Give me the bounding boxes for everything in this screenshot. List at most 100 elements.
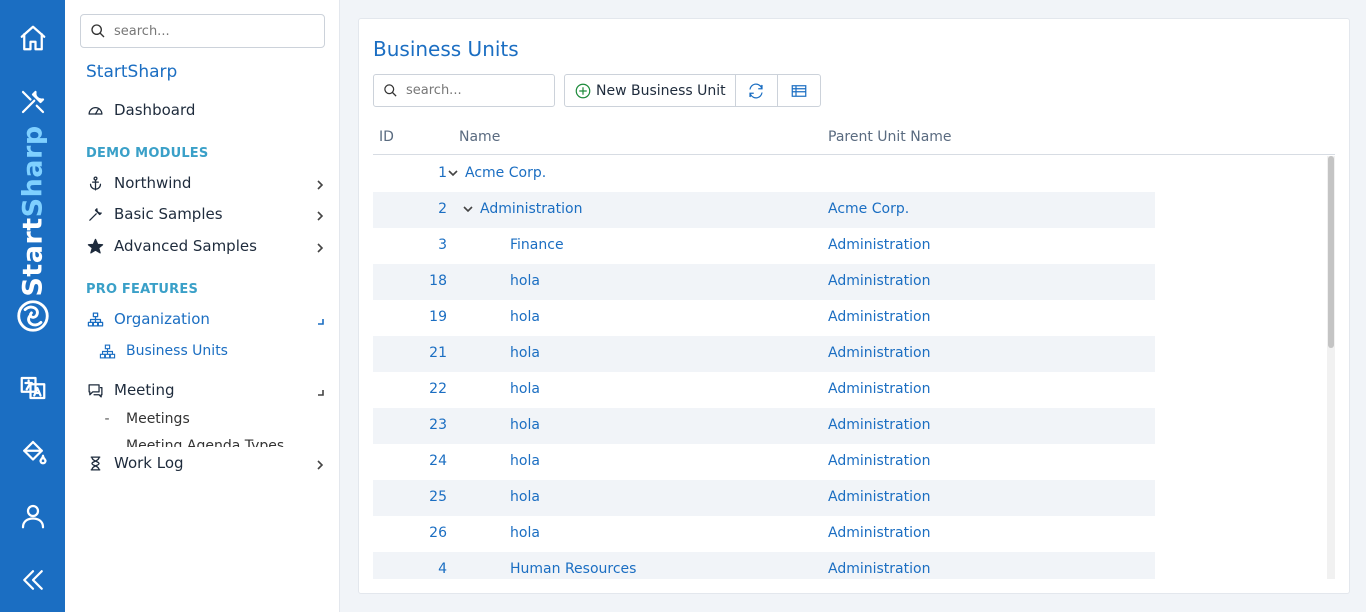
sidebar-item-business-units[interactable]: Business Units — [98, 342, 228, 360]
refresh-icon — [749, 83, 763, 98]
table-row[interactable]: 22 hola Administration — [373, 372, 1155, 408]
cell-name[interactable]: hola — [510, 381, 540, 397]
cell-parent[interactable]: Administration — [828, 381, 930, 397]
cell-parent[interactable]: Administration — [828, 273, 930, 289]
cell-id: 26 — [429, 525, 447, 541]
tools-icon[interactable] — [0, 82, 65, 122]
table-row[interactable]: 4 Human Resources Administration — [373, 552, 1155, 579]
table-row[interactable]: 25 hola Administration — [373, 480, 1155, 516]
search-icon — [91, 24, 105, 38]
cell-name-text: Administration — [480, 201, 583, 217]
cell-name[interactable]: hola — [510, 525, 540, 541]
anchor-icon — [86, 174, 104, 192]
table-row[interactable]: 1 Acme Corp. — [373, 156, 1155, 192]
cell-parent[interactable]: Administration — [828, 309, 930, 325]
cell-name[interactable]: hola — [510, 273, 540, 289]
cell-parent[interactable]: Administration — [828, 345, 930, 361]
sidebar-item-basic-samples[interactable]: Basic Samples — [86, 205, 326, 223]
sidebar-item-work-log[interactable]: Work Log — [86, 454, 326, 472]
grid-search[interactable] — [373, 74, 555, 107]
cell-name-text: hola — [510, 381, 540, 397]
sidebar-item-northwind[interactable]: Northwind — [86, 174, 326, 192]
table-row[interactable]: 3 Finance Administration — [373, 228, 1155, 264]
column-header-id[interactable]: ID — [379, 129, 394, 145]
sidebar-item-meetings[interactable]: - Meetings — [98, 411, 189, 427]
cell-name[interactable]: hola — [510, 453, 540, 469]
page-title: Business Units — [373, 37, 519, 61]
cell-name-text: hola — [510, 309, 540, 325]
column-header-parent[interactable]: Parent Unit Name — [828, 129, 952, 145]
new-business-unit-label: New Business Unit — [596, 82, 726, 99]
sidebar: StartSharp Dashboard DEMO MODULES Northw… — [65, 0, 340, 612]
cell-name-text: hola — [510, 345, 540, 361]
sidebar-item-advanced-samples[interactable]: Advanced Samples — [86, 237, 326, 255]
new-business-unit-button[interactable]: New Business Unit — [565, 75, 736, 106]
brand-logo-text: StartSharp — [17, 125, 49, 297]
cell-name[interactable]: hola — [510, 417, 540, 433]
sidebar-search[interactable] — [80, 14, 325, 48]
business-units-card: Business Units New Business Unit ID Name… — [358, 18, 1350, 594]
sidebar-item-label: Advanced Samples — [114, 237, 257, 255]
cell-id: 22 — [429, 381, 447, 397]
cell-id: 18 — [429, 273, 447, 289]
grid-header: ID Name Parent Unit Name — [373, 123, 1335, 155]
chevron-down-icon[interactable] — [462, 203, 474, 215]
cell-parent[interactable]: Administration — [828, 525, 930, 541]
sidebar-item-label: Organization — [114, 310, 210, 328]
column-picker-button[interactable] — [778, 75, 820, 106]
cell-id: 2 — [438, 201, 447, 217]
table-row[interactable]: 19 hola Administration — [373, 300, 1155, 336]
cell-name[interactable]: hola — [510, 345, 540, 361]
add-circle-icon — [575, 83, 591, 98]
sidebar-search-input[interactable] — [114, 23, 314, 39]
cell-id: 21 — [429, 345, 447, 361]
cell-name[interactable]: hola — [510, 489, 540, 505]
app-rail: StartSharp — [0, 0, 65, 612]
cell-parent[interactable]: Acme Corp. — [828, 201, 909, 217]
sidebar-item-meeting[interactable]: Meeting — [86, 381, 326, 399]
cell-name[interactable]: Administration — [462, 201, 582, 217]
sidebar-item-meeting-agenda-types[interactable]: Meeting Agenda Types — [98, 438, 328, 447]
grid-search-input[interactable] — [406, 83, 546, 98]
cell-parent[interactable]: Administration — [828, 417, 930, 433]
cell-name[interactable]: hola — [510, 309, 540, 325]
user-icon[interactable] — [0, 496, 65, 536]
cell-parent[interactable]: Administration — [828, 561, 930, 577]
table-row[interactable]: 18 hola Administration — [373, 264, 1155, 300]
chat-icon — [86, 381, 104, 399]
cell-parent[interactable]: Administration — [828, 489, 930, 505]
org-chart-icon — [86, 310, 104, 328]
cell-id: 4 — [438, 561, 447, 577]
collapse-icon[interactable] — [0, 560, 65, 600]
cell-name[interactable]: Finance — [510, 237, 564, 253]
sidebar-item-label: Meeting — [114, 381, 175, 399]
hourglass-icon — [86, 454, 104, 472]
cell-name[interactable]: Acme Corp. — [447, 165, 546, 181]
sidebar-item-label: Business Units — [126, 343, 228, 359]
home-icon[interactable] — [0, 18, 65, 58]
chevron-right-icon — [314, 208, 326, 221]
sidebar-item-dashboard[interactable]: Dashboard — [86, 101, 326, 119]
table-row[interactable]: 23 hola Administration — [373, 408, 1155, 444]
sidebar-item-label: Northwind — [114, 174, 192, 192]
brand-swirl-icon — [0, 296, 65, 336]
column-header-name[interactable]: Name — [459, 129, 500, 145]
chevron-down-icon[interactable] — [447, 167, 459, 179]
sidebar-item-organization[interactable]: Organization — [86, 310, 326, 328]
table-row[interactable]: 21 hola Administration — [373, 336, 1155, 372]
paint-bucket-icon[interactable] — [0, 432, 65, 472]
chevron-right-icon — [314, 177, 326, 190]
refresh-button[interactable] — [736, 75, 778, 106]
table-row[interactable]: 26 hola Administration — [373, 516, 1155, 552]
cell-parent[interactable]: Administration — [828, 453, 930, 469]
cell-name[interactable]: Human Resources — [510, 561, 636, 577]
table-row[interactable]: 24 hola Administration — [373, 444, 1155, 480]
grid-scrollbar[interactable] — [1327, 156, 1335, 579]
chevron-down-icon — [314, 384, 326, 396]
translate-icon[interactable] — [0, 368, 65, 408]
chevron-down-icon — [314, 313, 326, 325]
chevron-right-icon — [314, 457, 326, 470]
cell-parent[interactable]: Administration — [828, 237, 930, 253]
scrollbar-thumb[interactable] — [1328, 156, 1334, 348]
table-row[interactable]: 2 Administration Acme Corp. — [373, 192, 1155, 228]
